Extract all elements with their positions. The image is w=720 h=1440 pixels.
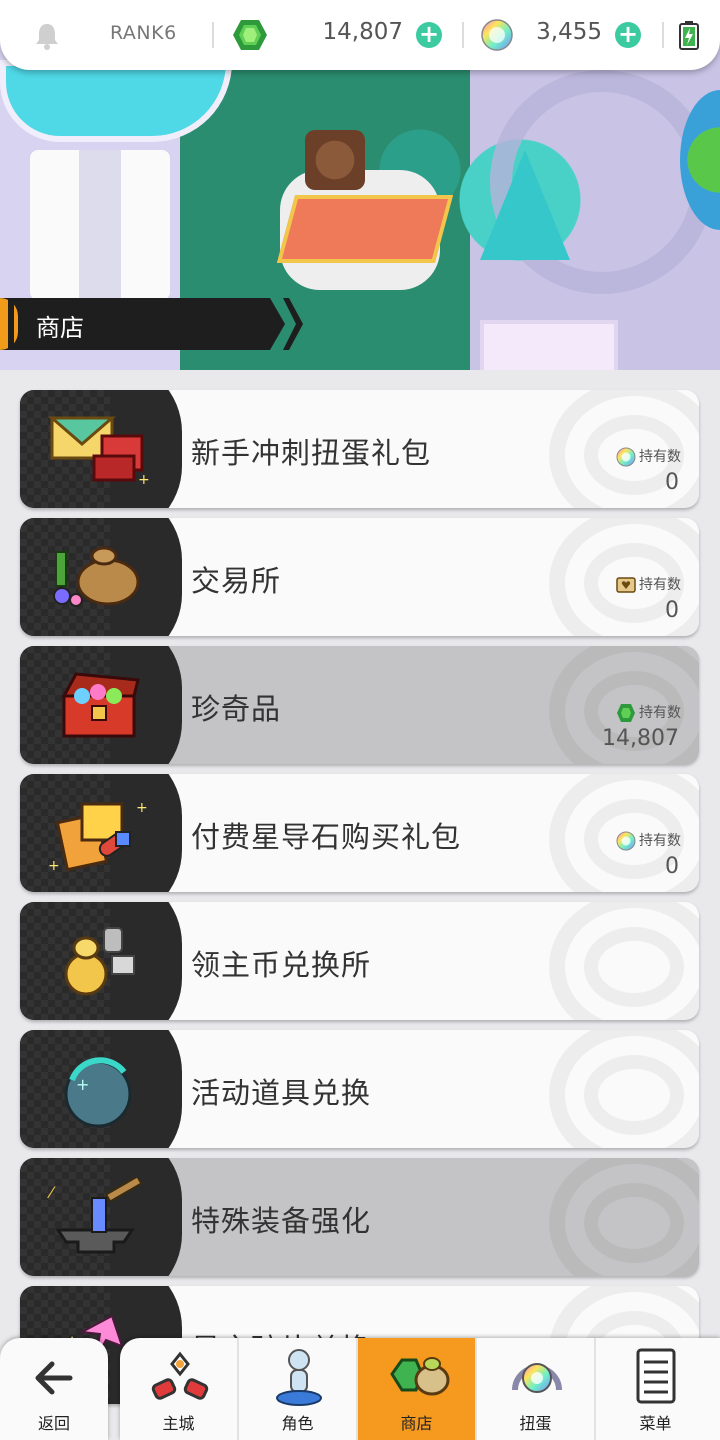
ticket-bundle-icon: + + bbox=[48, 800, 148, 872]
held-count-value: 0 bbox=[665, 854, 679, 879]
shop-item-title: 交易所 bbox=[191, 564, 282, 598]
rainbow-gem-count: 3,455 bbox=[536, 19, 602, 45]
coin-sack-icon bbox=[64, 927, 135, 996]
gacha-icon bbox=[512, 1363, 562, 1393]
trade-ticket-icon bbox=[616, 577, 636, 593]
svg-text:+: + bbox=[76, 1075, 89, 1094]
rainbow-gem-icon bbox=[616, 447, 636, 467]
green-gem-icon bbox=[617, 704, 635, 722]
nav-item-character[interactable]: 角色 bbox=[239, 1338, 358, 1440]
held-count-value: 0 bbox=[665, 470, 679, 495]
nav-item-menu[interactable]: 菜单 bbox=[596, 1338, 715, 1440]
fountain-decoration bbox=[0, 60, 232, 142]
nav-item-label: 角色 bbox=[281, 1414, 314, 1433]
shop-item-special-gear-enhance[interactable]: ⁄ 特殊装备强化 bbox=[20, 1158, 699, 1276]
held-count-label: 持有数 bbox=[616, 702, 681, 724]
add-rainbow-gem-button[interactable]: + bbox=[615, 22, 641, 48]
green-gem-count: 14,807 bbox=[322, 19, 403, 45]
battery-icon bbox=[679, 21, 699, 50]
back-arrow-icon bbox=[35, 1361, 73, 1395]
bottom-navigation: 返回 主城 角色 商店 扭蛋 菜单 bbox=[0, 1338, 720, 1440]
nav-item-label: 扭蛋 bbox=[519, 1414, 552, 1433]
event-orb-icon: + bbox=[64, 1057, 132, 1128]
divider bbox=[462, 22, 464, 48]
svg-text:+: + bbox=[48, 858, 60, 872]
nav-item-label: 菜单 bbox=[639, 1414, 672, 1433]
held-count-label: 持有数 bbox=[616, 446, 681, 468]
shop-item-title: 新手冲刺扭蛋礼包 bbox=[191, 436, 432, 470]
add-green-gem-button[interactable]: + bbox=[416, 22, 442, 48]
sign-decoration bbox=[480, 320, 618, 370]
shop-item-rarities[interactable]: 珍奇品 持有数 14,807 bbox=[20, 646, 699, 764]
nav-item-shop[interactable]: 商店 bbox=[358, 1338, 477, 1440]
player-rank: RANK6 bbox=[110, 22, 177, 44]
svg-text:+: + bbox=[138, 472, 150, 488]
shop-item-starter-gacha-pack[interactable]: + 新手冲刺扭蛋礼包 持有数 0 bbox=[20, 390, 699, 508]
nav-item-town[interactable]: 主城 bbox=[120, 1338, 239, 1440]
held-count-value: 0 bbox=[665, 598, 679, 623]
shop-item-title: 付费星导石购买礼包 bbox=[191, 820, 462, 854]
tablecloth-decoration bbox=[276, 195, 454, 263]
shop-item-event-item-exchange[interactable]: + 活动道具兑换 bbox=[20, 1030, 699, 1148]
shop-item-exchange[interactable]: 交易所 持有数 0 bbox=[20, 518, 699, 636]
nav-item-gacha[interactable]: 扭蛋 bbox=[477, 1338, 596, 1440]
shop-item-paid-stone-pack[interactable]: + + 付费星导石购买礼包 持有数 0 bbox=[20, 774, 699, 892]
held-count-value: 14,807 bbox=[602, 726, 679, 751]
shop-icon bbox=[390, 1357, 450, 1396]
shop-item-title: 领主币兑换所 bbox=[191, 948, 372, 982]
section-title: 商店 bbox=[36, 314, 84, 342]
held-count-label: 持有数 bbox=[616, 574, 681, 596]
nav-item-label: 主城 bbox=[162, 1414, 195, 1433]
green-gem-icon bbox=[233, 20, 267, 50]
character-icon bbox=[276, 1349, 322, 1406]
divider bbox=[212, 22, 214, 48]
nav-item-label: 商店 bbox=[400, 1414, 433, 1433]
shop-item-title: 活动道具兑换 bbox=[191, 1076, 372, 1110]
town-icon bbox=[151, 1351, 209, 1400]
top-status-bar: RANK6 14,807 + 3,455 + bbox=[0, 0, 720, 70]
held-count-label: 持有数 bbox=[616, 830, 681, 852]
svg-text:+: + bbox=[136, 800, 148, 816]
rainbow-gem-icon bbox=[616, 831, 636, 851]
shop-item-lord-coin-exchange[interactable]: 领主币兑换所 bbox=[20, 902, 699, 1020]
svg-text:⁄: ⁄ bbox=[47, 1183, 56, 1202]
barrels-decoration bbox=[305, 130, 365, 190]
back-button[interactable]: 返回 bbox=[0, 1338, 108, 1440]
anvil-hammer-icon: ⁄ bbox=[47, 1178, 143, 1254]
gift-envelope-icon: + bbox=[47, 416, 150, 488]
menu-list-icon bbox=[636, 1348, 676, 1404]
section-title-tab: 商店 bbox=[0, 298, 303, 350]
treasure-chest-icon bbox=[61, 672, 140, 738]
pillar-decoration bbox=[30, 150, 170, 300]
shop-item-title: 珍奇品 bbox=[191, 692, 282, 726]
shop-item-title: 特殊装备强化 bbox=[191, 1204, 372, 1238]
back-label: 返回 bbox=[37, 1414, 70, 1433]
main-nav-bar: 主城 角色 商店 扭蛋 菜单 bbox=[120, 1338, 720, 1440]
trade-goods-icon bbox=[53, 546, 140, 607]
notification-bell-icon[interactable] bbox=[34, 22, 60, 50]
divider bbox=[662, 22, 664, 48]
